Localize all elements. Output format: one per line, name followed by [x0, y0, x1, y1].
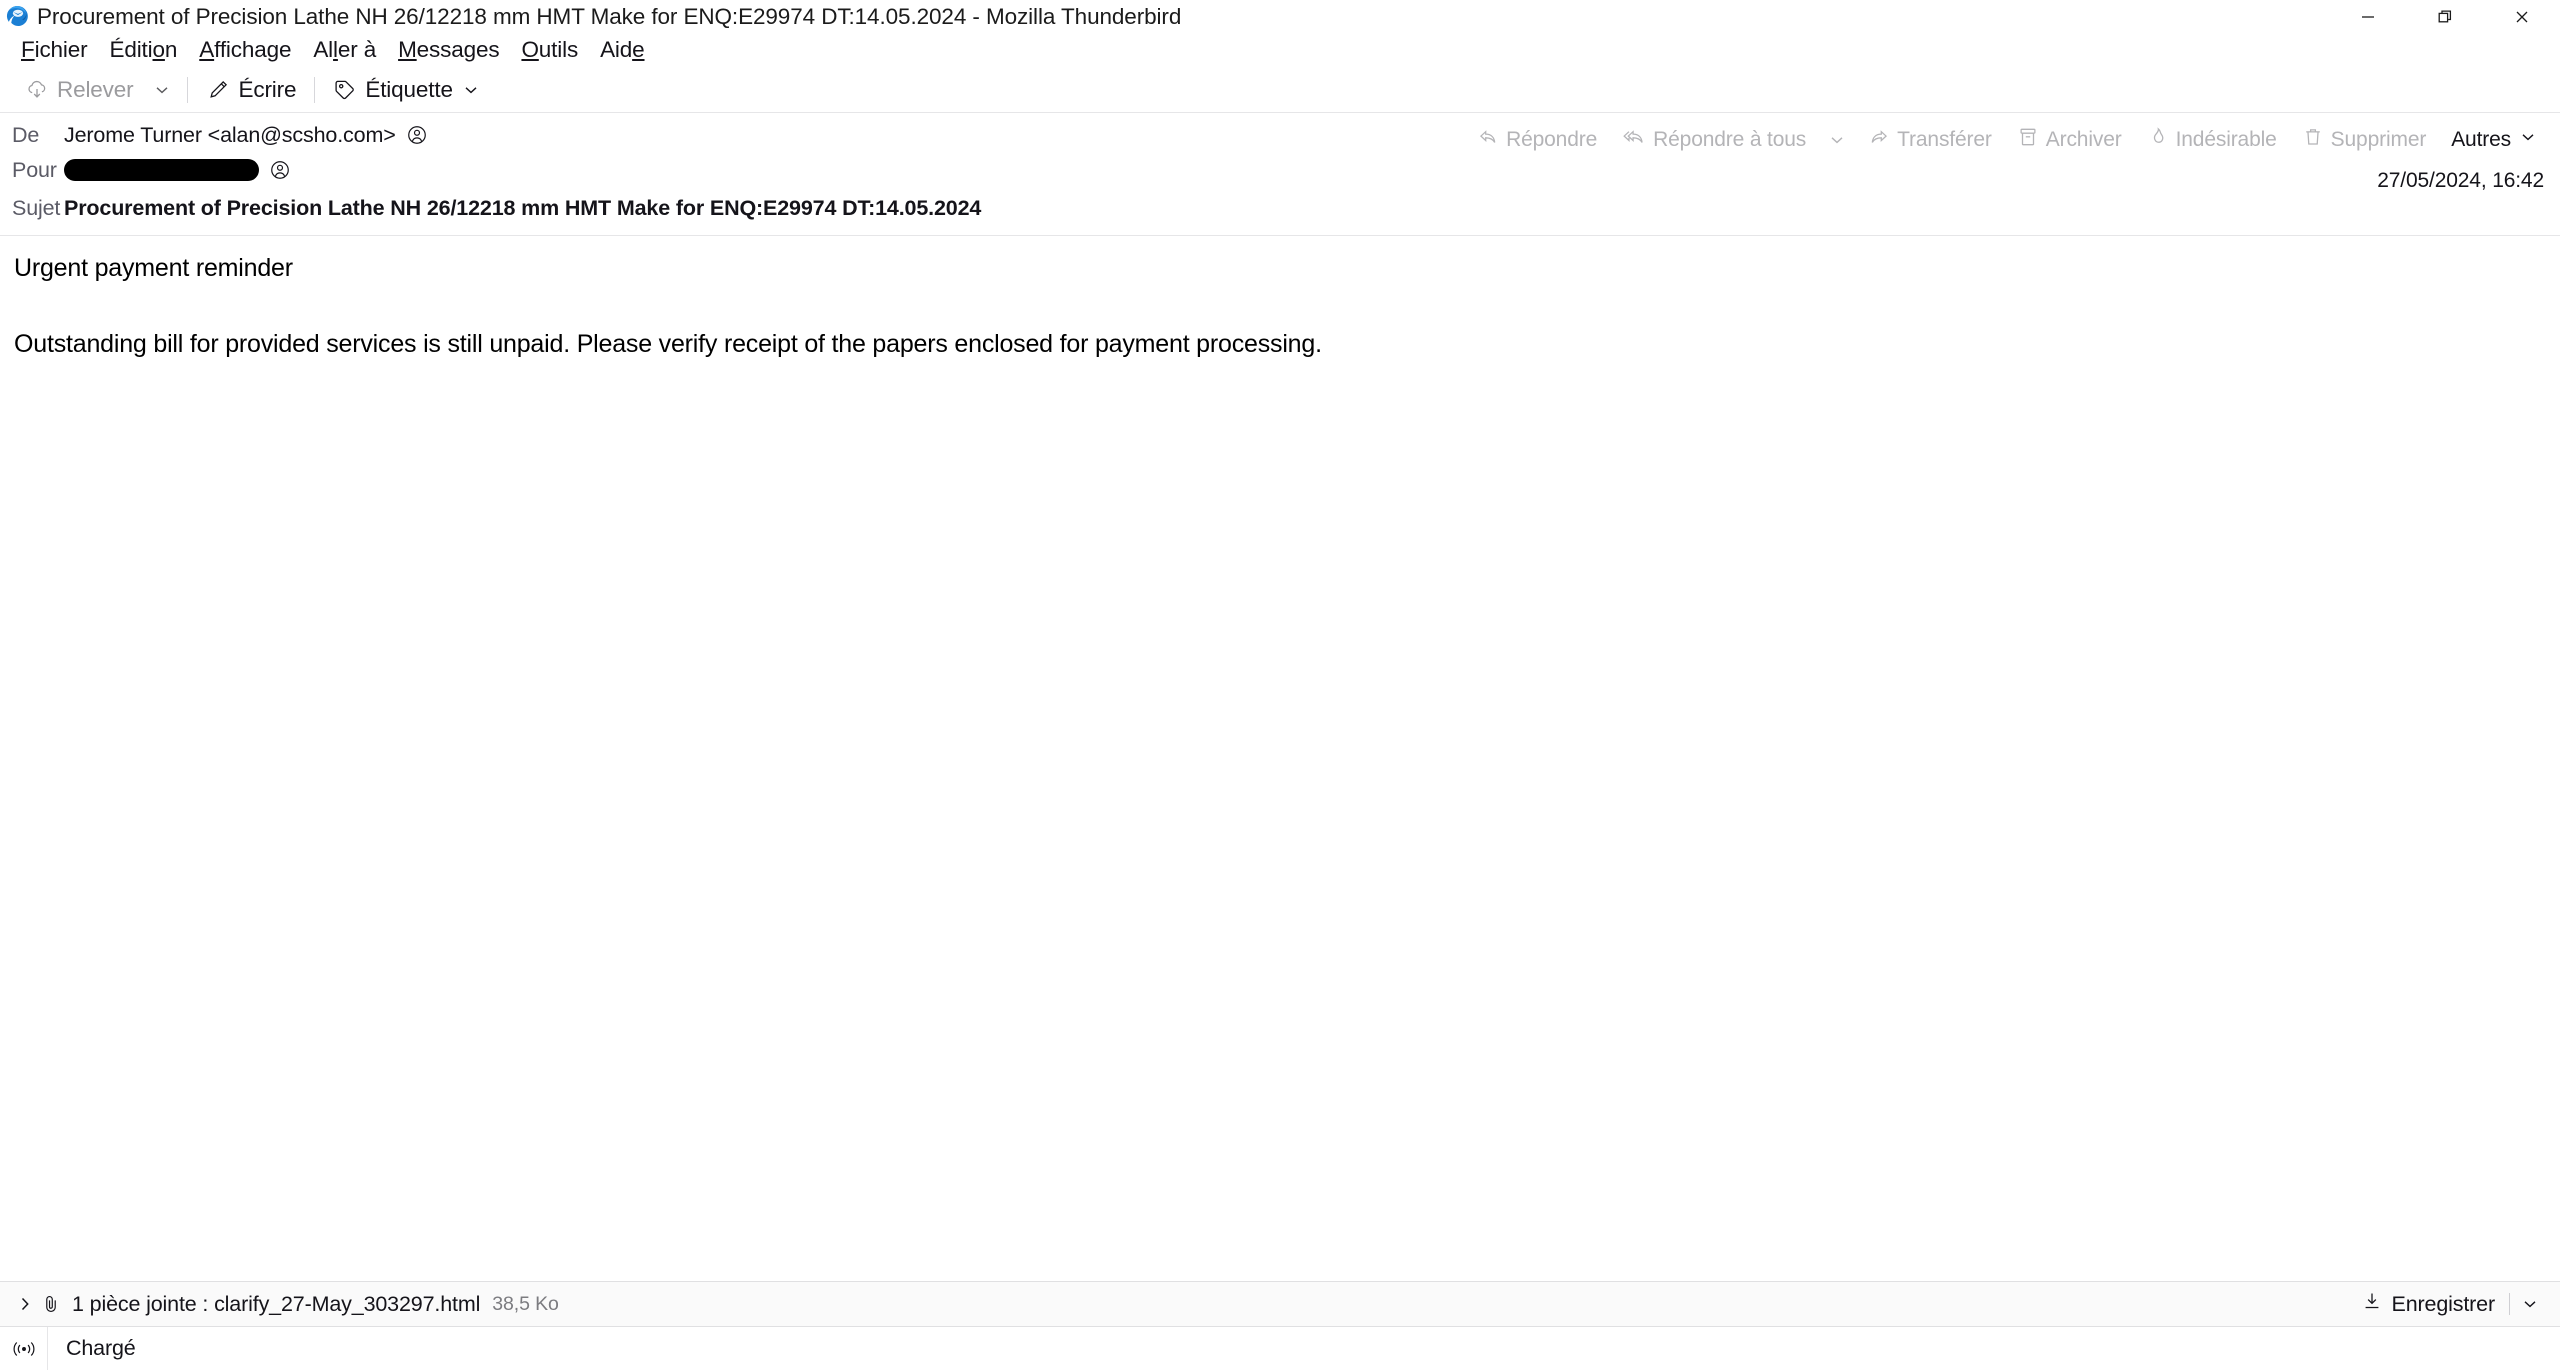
reply-icon	[1477, 126, 1499, 154]
reply-all-icon	[1622, 126, 1646, 154]
window-controls	[2329, 0, 2560, 33]
message-date: 27/05/2024, 16:42	[2377, 169, 2544, 192]
menu-edition[interactable]: Édition	[98, 35, 188, 65]
to-value-wrap	[64, 159, 291, 181]
chevron-down-icon	[461, 80, 481, 100]
attachment-size: 38,5 Ko	[492, 1292, 559, 1315]
tag-icon	[333, 78, 357, 102]
body-line-1: Urgent payment reminder	[14, 254, 293, 282]
body-line-2: Outstanding bill for provided services i…	[14, 329, 1322, 358]
more-label: Autres	[2451, 128, 2511, 151]
archive-button[interactable]: Archiver	[2007, 121, 2132, 159]
restore-button[interactable]	[2406, 0, 2483, 33]
window-title: Procurement of Precision Lathe NH 26/122…	[37, 3, 1182, 29]
more-button[interactable]: Autres	[2441, 121, 2548, 159]
junk-label: Indésirable	[2175, 128, 2277, 151]
toolbar-separator-2	[314, 76, 316, 103]
main-toolbar: Relever Écrire Étiquette	[0, 67, 2560, 113]
junk-button[interactable]: Indésirable	[2137, 121, 2287, 159]
delete-button[interactable]: Supprimer	[2292, 121, 2437, 159]
contact-circle-icon[interactable]	[406, 124, 428, 146]
subject-row: Sujet Procurement of Precision Lathe NH …	[0, 189, 2560, 227]
save-attachment-button[interactable]: Enregistrer	[2351, 1286, 2506, 1322]
status-bar: Chargé	[0, 1326, 2560, 1370]
subject-value: Procurement of Precision Lathe NH 26/122…	[64, 195, 982, 220]
reply-all-dropdown[interactable]	[1821, 121, 1853, 159]
to-label: Pour	[12, 157, 57, 182]
message-body: Urgent payment reminder Outstanding bill…	[0, 236, 2560, 1281]
attachment-bar: 1 pièce jointe : clarify_27-May_303297.h…	[0, 1281, 2560, 1326]
tag-button[interactable]: Étiquette	[322, 71, 491, 109]
to-address-redacted	[64, 159, 259, 181]
archive-box-icon	[2017, 126, 2039, 154]
from-address[interactable]: Jerome Turner <alan@scsho.com>	[64, 123, 396, 148]
archive-label: Archiver	[2045, 128, 2122, 151]
cloud-download-icon	[25, 78, 49, 102]
download-icon	[2361, 1290, 2383, 1318]
online-status-icon[interactable]	[0, 1326, 48, 1370]
reply-all-label: Répondre à tous	[1653, 128, 1807, 151]
from-value-wrap: Jerome Turner <alan@scsho.com>	[64, 123, 428, 148]
flame-icon	[2147, 126, 2169, 154]
save-attachment-dropdown[interactable]	[2514, 1286, 2546, 1322]
menu-fichier[interactable]: Fichier	[10, 35, 98, 65]
toolbar-separator-1	[187, 76, 189, 103]
menu-aller-a[interactable]: Aller à	[302, 35, 387, 65]
reply-button[interactable]: Répondre	[1467, 121, 1607, 159]
close-button[interactable]	[2483, 0, 2560, 33]
message-actions-toolbar: Répondre Répondre à tous Transférer Arch…	[1467, 121, 2548, 159]
get-messages-button[interactable]: Relever	[14, 71, 144, 109]
menu-aide[interactable]: Aide	[589, 35, 655, 65]
status-text: Chargé	[66, 1336, 136, 1360]
message-header: Répondre Répondre à tous Transférer Arch…	[0, 113, 2560, 236]
contact-circle-icon[interactable]	[269, 159, 291, 181]
from-label: De	[12, 122, 40, 147]
paperclip-icon	[40, 1293, 62, 1315]
attachment-expand-toggle[interactable]	[10, 1294, 40, 1314]
forward-button[interactable]: Transférer	[1858, 121, 2002, 159]
forward-icon	[1868, 126, 1890, 154]
menu-messages[interactable]: Messages	[387, 35, 510, 65]
tag-label: Étiquette	[365, 76, 453, 102]
delete-label: Supprimer	[2330, 128, 2427, 151]
attachment-label[interactable]: 1 pièce jointe : clarify_27-May_303297.h…	[72, 1292, 480, 1317]
trash-icon	[2302, 126, 2324, 154]
thunderbird-window: Procurement of Precision Lathe NH 26/122…	[0, 0, 2560, 1370]
subject-label: Sujet	[12, 195, 61, 220]
forward-label: Transférer	[1897, 128, 1992, 151]
menu-bar: Fichier Édition Affichage Aller à Messag…	[0, 33, 2560, 67]
get-messages-label: Relever	[57, 76, 134, 102]
reply-all-button[interactable]: Répondre à tous	[1612, 121, 1816, 159]
chevron-down-icon	[2518, 127, 2538, 153]
menu-affichage[interactable]: Affichage	[188, 35, 302, 65]
thunderbird-logo-icon	[4, 3, 31, 30]
write-button[interactable]: Écrire	[195, 71, 307, 109]
pencil-icon	[206, 78, 230, 102]
save-attachment-label: Enregistrer	[2391, 1291, 2496, 1316]
save-separator	[2509, 1293, 2510, 1315]
attachment-save-group: Enregistrer	[2351, 1286, 2547, 1322]
write-label: Écrire	[238, 76, 297, 102]
get-messages-dropdown[interactable]	[144, 71, 180, 109]
minimize-button[interactable]	[2329, 0, 2406, 33]
title-bar: Procurement of Precision Lathe NH 26/122…	[0, 0, 2560, 33]
menu-outils[interactable]: Outils	[510, 35, 589, 65]
reply-label: Répondre	[1506, 128, 1598, 151]
